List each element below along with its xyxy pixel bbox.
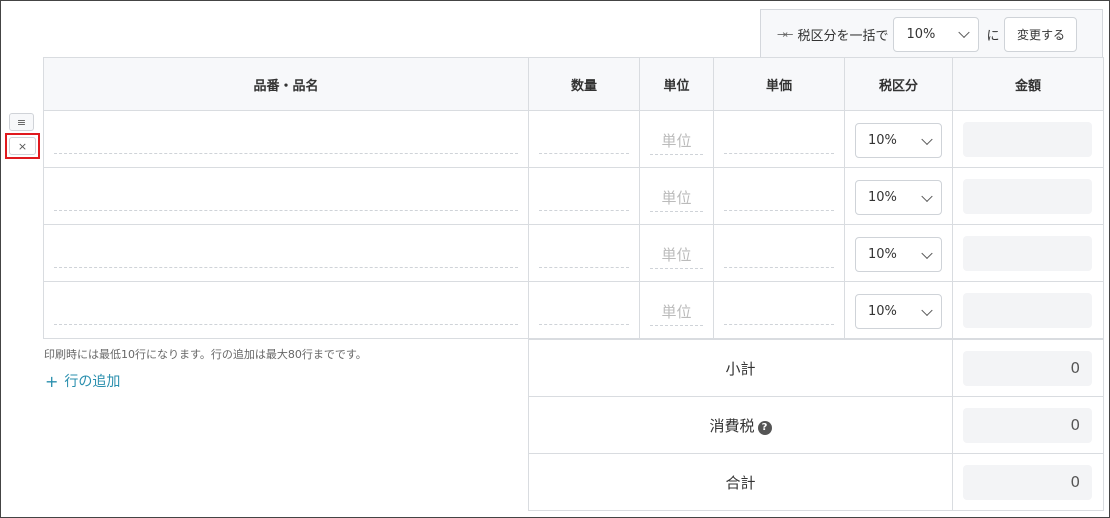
tax-select-value: 10% bbox=[868, 190, 897, 205]
chevron-down-icon bbox=[921, 247, 933, 259]
unit-field[interactable]: 単位 bbox=[639, 281, 714, 339]
add-row-link[interactable]: + 行の追加 bbox=[45, 371, 120, 391]
drag-handle-icon[interactable]: ≡ bbox=[9, 113, 34, 131]
unit-field[interactable]: 単位 bbox=[639, 110, 714, 168]
amount-field bbox=[963, 122, 1092, 157]
unit-price-field[interactable] bbox=[713, 281, 845, 339]
table-row: 単位 10% bbox=[43, 167, 1104, 225]
consumption-tax-label: 消費税 bbox=[709, 416, 755, 435]
tax-cell: 10% bbox=[844, 224, 953, 282]
tax-select-value: 10% bbox=[868, 247, 897, 262]
unit-price-field[interactable] bbox=[713, 167, 845, 225]
header-tax-category: 税区分 bbox=[844, 57, 953, 111]
consumption-tax-cell: 消費税? bbox=[528, 396, 953, 454]
unit-placeholder: 単位 bbox=[650, 301, 703, 326]
amount-cell bbox=[952, 110, 1104, 168]
total-label: 合計 bbox=[528, 453, 953, 511]
tax-row: 消費税? 0 bbox=[528, 396, 1104, 454]
item-name-field[interactable] bbox=[43, 167, 529, 225]
plus-icon: + bbox=[45, 371, 59, 391]
unit-placeholder: 単位 bbox=[650, 130, 703, 155]
table-header-row: 品番・品名 数量 単位 単価 税区分 金額 bbox=[43, 57, 1104, 111]
summary-table: 小計 0 消費税? 0 合計 0 bbox=[528, 339, 1104, 511]
quantity-field[interactable] bbox=[528, 167, 640, 225]
arrows-icon: →← bbox=[777, 27, 794, 41]
table-row: 単位 10% bbox=[43, 224, 1104, 282]
table-row: 単位 10% bbox=[43, 281, 1104, 339]
tax-select[interactable]: 10% bbox=[855, 237, 942, 272]
amount-cell bbox=[952, 224, 1104, 282]
apply-bulk-tax-button[interactable]: 変更する bbox=[1004, 16, 1078, 52]
quantity-field[interactable] bbox=[528, 281, 640, 339]
total-row: 合計 0 bbox=[528, 453, 1104, 511]
tax-select[interactable]: 10% bbox=[855, 180, 942, 215]
question-circle-icon[interactable]: ? bbox=[757, 420, 772, 435]
tax-cell: 10% bbox=[844, 281, 953, 339]
chevron-down-icon bbox=[921, 304, 933, 316]
quantity-field[interactable] bbox=[528, 110, 640, 168]
add-row-label: 行の追加 bbox=[64, 374, 121, 390]
total-value: 0 bbox=[963, 465, 1092, 500]
header-unit-price: 単価 bbox=[713, 57, 845, 111]
bulk-tax-bar: →← 税区分を一括で 10% に 変更する bbox=[760, 9, 1103, 58]
unit-price-field[interactable] bbox=[713, 110, 845, 168]
amount-cell bbox=[952, 167, 1104, 225]
amount-field bbox=[963, 179, 1092, 214]
amount-cell bbox=[952, 281, 1104, 339]
header-quantity: 数量 bbox=[528, 57, 640, 111]
unit-placeholder: 単位 bbox=[650, 244, 703, 269]
quantity-field[interactable] bbox=[528, 224, 640, 282]
amount-field bbox=[963, 293, 1092, 328]
unit-field[interactable]: 単位 bbox=[639, 224, 714, 282]
header-amount: 金額 bbox=[952, 57, 1104, 111]
tax-select[interactable]: 10% bbox=[855, 294, 942, 329]
tax-cell: 10% bbox=[844, 167, 953, 225]
bulk-tax-select-value: 10% bbox=[906, 26, 936, 42]
delete-row-highlight: × bbox=[5, 133, 40, 159]
tax-select[interactable]: 10% bbox=[855, 123, 942, 158]
consumption-tax-value: 0 bbox=[963, 408, 1092, 443]
bulk-tax-select[interactable]: 10% bbox=[893, 16, 980, 52]
tax-select-value: 10% bbox=[868, 304, 897, 319]
tax-cell: 10% bbox=[844, 110, 953, 168]
chevron-down-icon bbox=[921, 190, 933, 202]
bulk-tax-suffix: に bbox=[986, 28, 1000, 44]
print-note: 印刷時には最低10行になります。行の追加は最大80行までです。 bbox=[44, 348, 367, 361]
items-table: 品番・品名 数量 単位 単価 税区分 金額 単位 10% 単位 10% 単位 1… bbox=[43, 57, 1104, 339]
unit-price-field[interactable] bbox=[713, 224, 845, 282]
header-unit: 単位 bbox=[639, 57, 714, 111]
item-name-field[interactable] bbox=[43, 110, 529, 168]
subtotal-row: 小計 0 bbox=[528, 339, 1104, 397]
item-name-field[interactable] bbox=[43, 281, 529, 339]
item-name-field[interactable] bbox=[43, 224, 529, 282]
tax-select-value: 10% bbox=[868, 133, 897, 148]
table-row: 単位 10% bbox=[43, 110, 1104, 168]
header-item-name: 品番・品名 bbox=[43, 57, 529, 111]
amount-field bbox=[963, 236, 1092, 271]
delete-row-button[interactable]: × bbox=[9, 137, 36, 155]
subtotal-label: 小計 bbox=[528, 339, 953, 397]
bulk-tax-label: 税区分を一括で bbox=[797, 28, 889, 44]
subtotal-value: 0 bbox=[963, 351, 1092, 386]
chevron-down-icon bbox=[921, 133, 933, 145]
unit-field[interactable]: 単位 bbox=[639, 167, 714, 225]
unit-placeholder: 単位 bbox=[650, 187, 703, 212]
chevron-down-icon bbox=[958, 26, 971, 39]
